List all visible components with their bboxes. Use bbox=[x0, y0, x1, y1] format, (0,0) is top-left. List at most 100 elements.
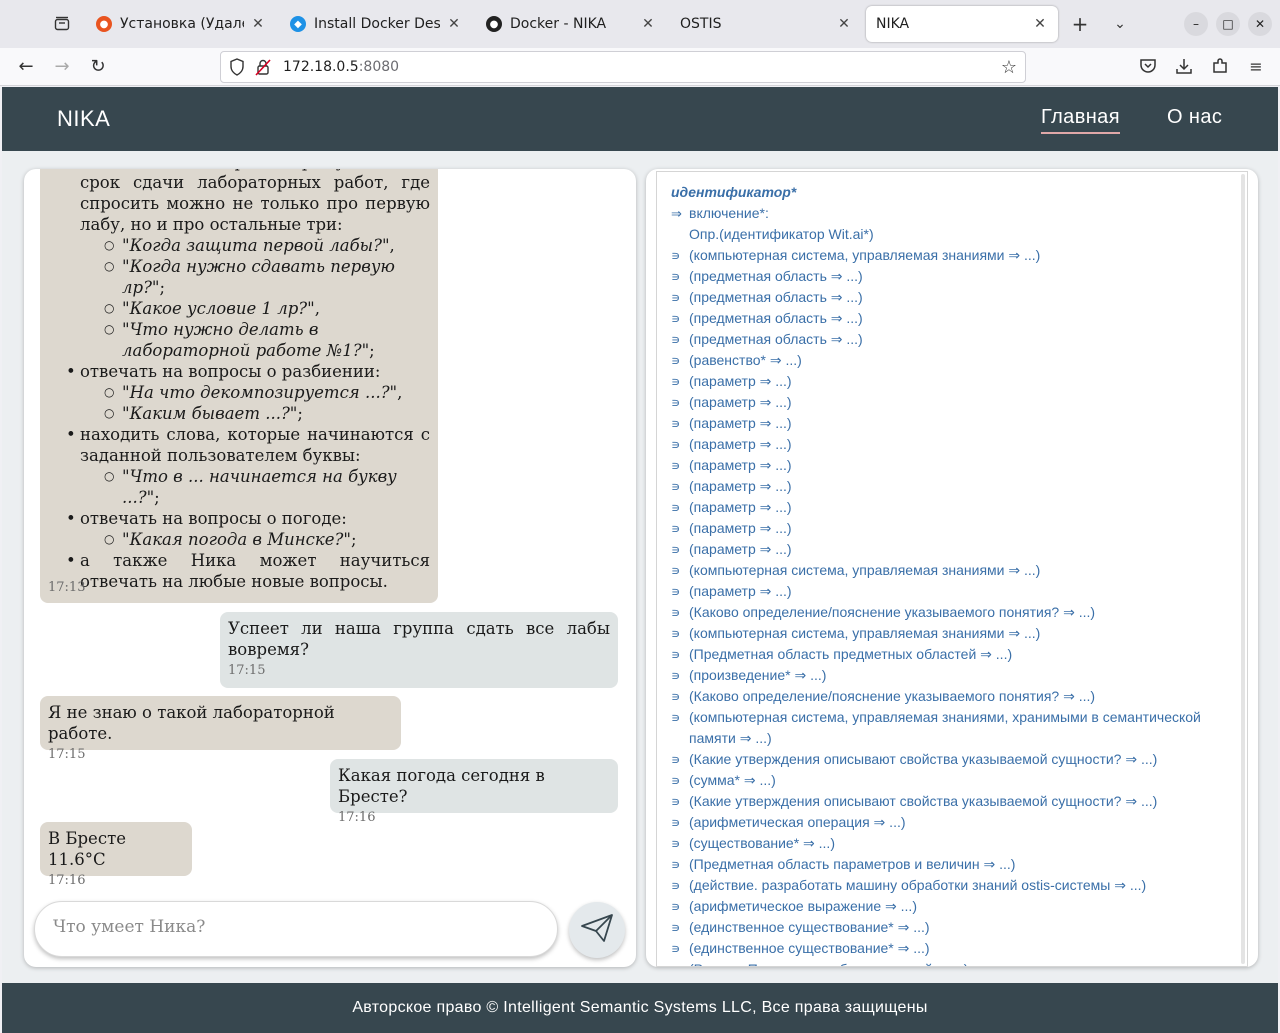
close-tab-icon[interactable]: ✕ bbox=[836, 16, 852, 32]
kb-link[interactable]: (параметр ⇒ ...) bbox=[689, 539, 792, 560]
close-tab-icon[interactable]: ✕ bbox=[250, 16, 266, 32]
kb-concept-title[interactable]: идентификатор* bbox=[671, 184, 796, 200]
kb-link[interactable]: (компьютерная система, управляемая знани… bbox=[689, 560, 1040, 581]
browser-tab-5-active[interactable]: NIKA ✕ bbox=[866, 6, 1058, 42]
kb-link[interactable]: Опр.(идентификатор Wit.ai*) bbox=[689, 224, 874, 245]
minimize-icon[interactable]: – bbox=[1184, 12, 1208, 36]
close-window-icon[interactable]: ✕ bbox=[1248, 12, 1272, 36]
kb-relation-row[interactable]: ∍ (равенство* ⇒ ...) bbox=[671, 350, 802, 371]
kb-relation-row[interactable]: ∍ (параметр ⇒ ...) bbox=[671, 413, 792, 434]
kb-link[interactable]: (Какие утверждения описывают свойства ук… bbox=[689, 791, 1157, 812]
kb-relation-row[interactable]: ∍ (параметр ⇒ ...) bbox=[671, 392, 792, 413]
kb-link[interactable]: (компьютерная система, управляемая знани… bbox=[689, 707, 1201, 728]
kb-link[interactable]: (компьютерная система, управляемая знани… bbox=[689, 623, 1040, 644]
kb-relation-row[interactable]: ∍ (предметная область ⇒ ...) bbox=[671, 329, 863, 350]
kb-link[interactable]: (равенство* ⇒ ...) bbox=[689, 350, 802, 371]
nav-about-link[interactable]: О нас bbox=[1167, 106, 1222, 129]
browser-tab-2[interactable]: ◆ Install Docker Deskt ✕ bbox=[280, 6, 472, 42]
kb-relation-row[interactable]: ∍ (Какие утверждения описывают свойства у… bbox=[671, 749, 1157, 770]
address-bar[interactable]: 172.18.0.5:8080 ☆ bbox=[220, 51, 1026, 83]
scn-viewer[interactable]: идентификатор* ⇒ включение*: Опр.(идентифи… bbox=[656, 171, 1248, 967]
kb-relation-row[interactable]: ∍ (арифметическое выражение ⇒ ...) bbox=[671, 896, 917, 917]
kb-link[interactable]: (параметр ⇒ ...) bbox=[689, 371, 792, 392]
kb-link[interactable]: (предметная область ⇒ ...) bbox=[689, 308, 863, 329]
nav-home-link[interactable]: Главная bbox=[1041, 106, 1120, 134]
kb-link[interactable]: (параметр ⇒ ...) bbox=[689, 413, 792, 434]
reload-icon[interactable]: ↻ bbox=[85, 54, 111, 80]
kb-relation-row[interactable]: ∍ (Предметная область параметров и величи… bbox=[671, 854, 1015, 875]
kb-relation-row[interactable]: ∍(Раздел. Предметная область знаний ⇒ ..… bbox=[671, 959, 968, 966]
kb-link[interactable]: (компьютерная система, управляемая знани… bbox=[689, 245, 1040, 266]
kb-link[interactable]: (арифметическая операция ⇒ ...) bbox=[689, 812, 906, 833]
kb-link[interactable]: (существование* ⇒ ...) bbox=[689, 833, 835, 854]
kb-link[interactable]: (параметр ⇒ ...) bbox=[689, 392, 792, 413]
kb-link[interactable]: (произведение* ⇒ ...) bbox=[689, 665, 826, 686]
send-button[interactable] bbox=[569, 902, 625, 958]
kb-link[interactable]: (сумма* ⇒ ...) bbox=[689, 770, 776, 791]
kb-relation-row[interactable]: ∍ (компьютерная система, управляемая знан… bbox=[671, 623, 1040, 644]
browser-tab-4[interactable]: OSTIS ✕ bbox=[670, 6, 862, 42]
kb-relation-row[interactable]: Опр.(идентификатор Wit.ai*) bbox=[671, 224, 874, 245]
kb-relation-row[interactable]: ∍ (действие. разработать машину обработки… bbox=[671, 875, 1146, 896]
kb-relation-row[interactable]: ∍ (предметная область ⇒ ...) bbox=[671, 266, 863, 287]
close-tab-icon[interactable]: ✕ bbox=[640, 16, 656, 32]
kb-link[interactable]: (арифметическое выражение ⇒ ...) bbox=[689, 896, 917, 917]
kb-relation-row[interactable]: ∍ (параметр ⇒ ...) bbox=[671, 497, 792, 518]
kb-link[interactable]: (параметр ⇒ ...) bbox=[689, 497, 792, 518]
kb-relation-row[interactable]: ∍ (Каково определение/пояснение указываем… bbox=[671, 602, 1095, 623]
kb-link[interactable]: (предметная область ⇒ ...) bbox=[689, 329, 863, 350]
bookmark-star-icon[interactable]: ☆ bbox=[1001, 57, 1017, 78]
kb-relation-row[interactable]: ∍ (сумма* ⇒ ...) bbox=[671, 770, 776, 791]
kb-relation-row[interactable]: ∍ (произведение* ⇒ ...) bbox=[671, 665, 826, 686]
kb-relation-row[interactable]: ∍ (параметр ⇒ ...) bbox=[671, 434, 792, 455]
kb-link[interactable]: (Раздел. Предметная область знаний ⇒ ...… bbox=[689, 959, 968, 966]
new-tab-icon[interactable]: + bbox=[1068, 12, 1092, 36]
kb-link[interactable]: (параметр ⇒ ...) bbox=[689, 581, 792, 602]
kb-relation-row[interactable]: ∍ (предметная область ⇒ ...) bbox=[671, 287, 863, 308]
kb-relation-row[interactable]: ∍ (параметр ⇒ ...) bbox=[671, 518, 792, 539]
kb-link[interactable]: (единственное существование* ⇒ ...) bbox=[689, 938, 930, 959]
tab-list-icon[interactable] bbox=[48, 10, 76, 38]
scrollbar[interactable] bbox=[1241, 174, 1245, 964]
kb-link[interactable]: памяти ⇒ ...) bbox=[689, 728, 772, 749]
close-tab-icon[interactable]: ✕ bbox=[1032, 16, 1048, 32]
kb-relation-row[interactable]: ∍ (арифметическая операция ⇒ ...) bbox=[671, 812, 906, 833]
kb-link[interactable]: (предметная область ⇒ ...) bbox=[689, 266, 863, 287]
kb-relation-row[interactable]: ∍ (параметр ⇒ ...) bbox=[671, 581, 792, 602]
kb-relation-row[interactable]: ∍ (единственное существование* ⇒ ...) bbox=[671, 917, 930, 938]
chevron-down-icon[interactable]: ⌄ bbox=[1108, 12, 1132, 36]
chat-history[interactable]: отвечать на вопросы про условия и срок с… bbox=[24, 169, 636, 885]
kb-link[interactable]: (Каково определение/пояснение указываемо… bbox=[689, 686, 1095, 707]
browser-tab-3[interactable]: ● Docker - NIKA ✕ bbox=[476, 6, 666, 42]
chat-input[interactable] bbox=[53, 917, 533, 937]
menu-icon[interactable]: ≡ bbox=[1246, 57, 1266, 77]
kb-relation-row[interactable]: ∍ (компьютерная система, управляемая знан… bbox=[671, 560, 1040, 581]
forward-icon[interactable]: → bbox=[49, 54, 75, 80]
insecure-lock-icon[interactable] bbox=[255, 58, 273, 76]
kb-link[interactable]: (Предметная область параметров и величин… bbox=[689, 854, 1015, 875]
kb-link[interactable]: (Предметная область предметных областей … bbox=[689, 644, 1012, 665]
kb-relation-row[interactable]: ∍ (существование* ⇒ ...) bbox=[671, 833, 835, 854]
close-tab-icon[interactable]: ✕ bbox=[446, 16, 462, 32]
kb-link[interactable]: (Какие утверждения описывают свойства ук… bbox=[689, 749, 1157, 770]
shield-icon[interactable] bbox=[229, 58, 247, 76]
kb-relation-row[interactable]: ∍ (единственное существование* ⇒ ...) bbox=[671, 938, 930, 959]
kb-link[interactable]: (параметр ⇒ ...) bbox=[689, 518, 792, 539]
kb-link[interactable]: (параметр ⇒ ...) bbox=[689, 455, 792, 476]
kb-relation-row[interactable]: памяти ⇒ ...) bbox=[671, 728, 772, 749]
kb-relation-row[interactable]: ∍ (параметр ⇒ ...) bbox=[671, 476, 792, 497]
kb-link[interactable]: (Каково определение/пояснение указываемо… bbox=[689, 602, 1095, 623]
kb-relation-row[interactable]: ⇒ включение*: bbox=[671, 203, 769, 224]
kb-relation-row[interactable]: ∍ (параметр ⇒ ...) bbox=[671, 539, 792, 560]
kb-link[interactable]: (предметная область ⇒ ...) bbox=[689, 287, 863, 308]
kb-link[interactable]: (параметр ⇒ ...) bbox=[689, 434, 792, 455]
kb-link[interactable]: (единственное существование* ⇒ ...) bbox=[689, 917, 930, 938]
kb-relation-row[interactable]: ∍ (Каково определение/пояснение указываем… bbox=[671, 686, 1095, 707]
kb-relation-row[interactable]: ∍ (компьютерная система, управляемая знан… bbox=[671, 707, 1201, 728]
kb-link[interactable]: (параметр ⇒ ...) bbox=[689, 476, 792, 497]
browser-tab-1[interactable]: ● Установка (Удаленн ✕ bbox=[86, 6, 276, 42]
kb-link[interactable]: включение*: bbox=[689, 203, 769, 224]
pocket-icon[interactable] bbox=[1138, 57, 1158, 77]
back-icon[interactable]: ← bbox=[13, 54, 39, 80]
downloads-icon[interactable] bbox=[1174, 57, 1194, 77]
